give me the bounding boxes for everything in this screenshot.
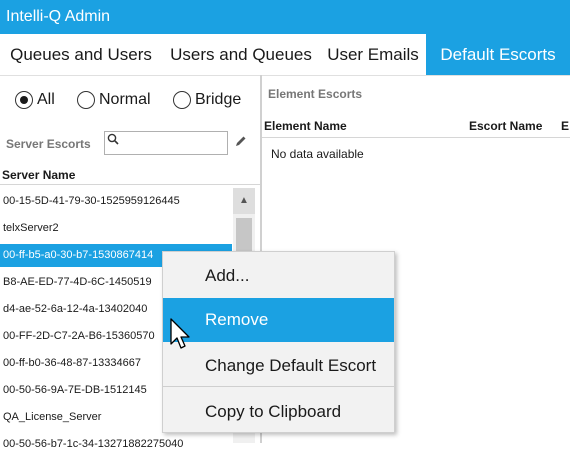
no-data-message: No data available: [271, 147, 364, 161]
radio-all-label: All: [37, 91, 55, 108]
menu-item-copy-to-clipboard[interactable]: Copy to Clipboard: [163, 390, 394, 434]
truncated-column-header[interactable]: E: [561, 119, 569, 133]
server-name-column-header[interactable]: Server Name: [2, 168, 75, 182]
menu-separator: [163, 386, 394, 387]
context-menu: Add... Remove Change Default Escort Copy…: [162, 251, 395, 433]
title-bar: Intelli-Q Admin: [0, 0, 570, 34]
app-title: Intelli-Q Admin: [6, 8, 111, 25]
radio-all-indicator: [15, 91, 33, 109]
menu-item-change-default-escort[interactable]: Change Default Escort: [163, 344, 394, 388]
tab-users-and-queues[interactable]: Users and Queues: [162, 34, 320, 75]
tab-default-escorts[interactable]: Default Escorts: [426, 34, 570, 75]
element-name-column-header[interactable]: Element Name: [264, 119, 347, 133]
radio-normal-indicator: [77, 91, 95, 109]
menu-item-add[interactable]: Add...: [163, 254, 394, 298]
mouse-pointer-icon: [170, 318, 192, 352]
header-divider: [0, 184, 260, 185]
server-escorts-title: Server Escorts: [6, 137, 91, 151]
server-search-input[interactable]: [104, 131, 228, 155]
tab-queues-and-users[interactable]: Queues and Users: [0, 34, 162, 75]
radio-bridge-label: Bridge: [195, 91, 242, 108]
tab-user-emails[interactable]: User Emails: [320, 34, 426, 75]
escort-name-column-header[interactable]: Escort Name: [469, 119, 542, 133]
radio-all[interactable]: All: [15, 90, 55, 110]
list-item[interactable]: 00-15-5D-41-79-30-1525959126445: [0, 190, 232, 213]
element-header-divider: [262, 137, 570, 138]
element-escorts-title: Element Escorts: [268, 87, 363, 101]
list-item[interactable]: 00-50-56-b7-1c-34-13271882275040: [0, 433, 232, 456]
radio-bridge-indicator: [173, 91, 191, 109]
menu-item-remove[interactable]: Remove: [163, 298, 394, 342]
tab-divider: [0, 75, 570, 76]
search-icon: [107, 133, 119, 148]
list-item[interactable]: telxServer2: [0, 217, 232, 240]
radio-bridge[interactable]: Bridge: [173, 90, 241, 110]
radio-normal[interactable]: Normal: [77, 90, 151, 110]
scroll-up-icon[interactable]: ▲: [233, 188, 255, 214]
tab-bar: Queues and Users Users and Queues User E…: [0, 34, 570, 75]
radio-normal-label: Normal: [99, 91, 151, 108]
edit-pencil-icon[interactable]: [234, 135, 247, 151]
